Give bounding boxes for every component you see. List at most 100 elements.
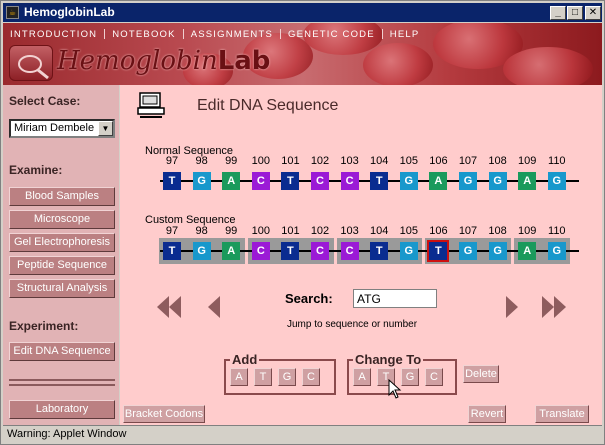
change-to-g-button[interactable]: G xyxy=(401,368,419,386)
first-arrow-icon[interactable] xyxy=(155,294,183,320)
minimize-button[interactable]: _ xyxy=(550,6,566,20)
codon-number: 102 xyxy=(310,225,330,237)
menu-divider xyxy=(104,28,106,39)
peptide-sequence-button[interactable]: Peptide Sequence xyxy=(9,256,115,275)
search-input[interactable] xyxy=(353,289,437,308)
menu-assignments[interactable]: ASSIGNMENTS xyxy=(188,27,276,43)
main-panel: Edit DNA Sequence Normal Sequence 97 98 99… xyxy=(120,85,602,425)
nucleotide-G: G xyxy=(459,172,477,190)
nucleotide-A: A xyxy=(222,172,241,190)
search-label: Search: xyxy=(285,291,333,306)
change-to-a-button[interactable]: A xyxy=(353,368,371,386)
change-to-label: Change To xyxy=(353,352,424,367)
codon-number: 105 xyxy=(399,155,418,167)
nucleotide-C: C xyxy=(251,172,270,190)
applet-icon: ☕ xyxy=(6,6,19,19)
nucleotide-T[interactable]: T xyxy=(281,242,300,260)
divider xyxy=(9,384,115,386)
nucleotide-C[interactable]: C xyxy=(251,242,270,260)
nav-menu: INTRODUCTION NOTEBOOK ASSIGNMENTS GENETIC C… xyxy=(7,26,422,42)
close-button[interactable]: ✕ xyxy=(585,6,601,20)
next-arrow-icon[interactable] xyxy=(498,294,526,320)
structural-analysis-button[interactable]: Structural Analysis xyxy=(9,279,115,298)
codon-number: 98 xyxy=(195,225,208,237)
codon-number: 100 xyxy=(251,155,270,167)
case-select[interactable]: Miriam Dembele ▼ xyxy=(9,119,115,138)
delete-button[interactable]: Delete xyxy=(463,365,499,383)
nucleotide-T[interactable]: T xyxy=(427,240,450,262)
nucleotide-T: T xyxy=(163,172,181,190)
codon-number: 105 xyxy=(399,225,418,237)
change-to-c-button[interactable]: C xyxy=(425,368,443,386)
gel-electrophoresis-button[interactable]: Gel Electrophoresis xyxy=(9,233,115,252)
blood-cell-image xyxy=(503,47,593,85)
nucleotide-G: G xyxy=(399,172,418,190)
nucleotide-C: C xyxy=(311,172,329,190)
nucleotide-G: G xyxy=(488,172,507,190)
codon-number: 101 xyxy=(281,155,300,167)
nucleotide-T: T xyxy=(281,172,300,190)
nucleotide-A[interactable]: A xyxy=(518,242,537,260)
translate-button[interactable]: Translate xyxy=(535,405,589,423)
nucleotide-A[interactable]: A xyxy=(222,242,241,260)
status-text: Warning: Applet Window xyxy=(7,428,127,440)
codon-number: 110 xyxy=(548,155,566,167)
nucleotide-C[interactable]: C xyxy=(311,242,329,260)
menu-divider xyxy=(280,28,282,39)
add-a-button[interactable]: A xyxy=(230,368,248,386)
add-t-button[interactable]: T xyxy=(254,368,272,386)
codon-number: 106 xyxy=(429,155,448,167)
codon-number: 107 xyxy=(458,225,478,237)
nucleotide-G[interactable]: G xyxy=(459,242,477,260)
add-c-button[interactable]: C xyxy=(302,368,320,386)
nucleotide-T[interactable]: T xyxy=(163,242,181,260)
app-logo-title: HemoglobinLab xyxy=(57,46,270,76)
menu-help[interactable]: HELP xyxy=(387,27,423,43)
blood-samples-button[interactable]: Blood Samples xyxy=(9,187,115,206)
title-bar: ☕ HemoglobinLab _ □ ✕ xyxy=(3,3,602,22)
nucleotide-G[interactable]: G xyxy=(399,242,418,260)
previous-arrow-icon[interactable] xyxy=(202,294,230,320)
codon-number: 104 xyxy=(370,155,389,167)
logo-icon xyxy=(9,45,53,81)
menu-divider xyxy=(381,28,383,39)
page-title: Edit DNA Sequence xyxy=(197,97,339,114)
bracket-codons-button[interactable]: Bracket Codons xyxy=(123,405,205,423)
sidebar: Select Case: Miriam Dembele ▼ Examine: B… xyxy=(3,85,119,425)
codon-number: 101 xyxy=(281,225,300,237)
codon-number: 107 xyxy=(458,155,478,167)
logo-text-lab: Lab xyxy=(217,46,271,76)
nucleotide-C[interactable]: C xyxy=(340,242,359,260)
menu-introduction[interactable]: INTRODUCTION xyxy=(7,27,100,43)
edit-dna-sequence-button[interactable]: Edit DNA Sequence xyxy=(9,342,115,361)
nucleotide-G: G xyxy=(192,172,211,190)
examine-heading: Examine: xyxy=(9,163,63,177)
nucleotide-C: C xyxy=(340,172,359,190)
logo-text-hemoglobin: Hemoglobin xyxy=(57,46,218,76)
nucleotide-T[interactable]: T xyxy=(370,242,389,260)
codon-number: 103 xyxy=(340,155,359,167)
revert-button[interactable]: Revert xyxy=(468,405,506,423)
blood-cell-image xyxy=(363,43,433,85)
window-title: HemoglobinLab xyxy=(24,5,115,19)
codon-number: 97 xyxy=(165,155,179,167)
nucleotide-G: G xyxy=(547,172,566,190)
add-label: Add xyxy=(230,352,260,367)
codon-number: 108 xyxy=(488,225,507,237)
add-g-button[interactable]: G xyxy=(278,368,296,386)
codon-number: 103 xyxy=(340,225,359,237)
last-arrow-icon[interactable] xyxy=(540,294,568,320)
maximize-button[interactable]: □ xyxy=(567,6,583,20)
menu-notebook[interactable]: NOTEBOOK xyxy=(109,27,178,43)
microscope-button[interactable]: Microscope xyxy=(9,210,115,229)
menu-genetic-code[interactable]: GENETIC CODE xyxy=(285,27,378,43)
nucleotide-G[interactable]: G xyxy=(547,242,566,260)
laboratory-button[interactable]: Laboratory xyxy=(9,400,115,419)
mouse-cursor-icon xyxy=(388,379,402,399)
nucleotide-G[interactable]: G xyxy=(192,242,211,260)
codon-number: 106 xyxy=(429,225,448,237)
divider xyxy=(9,379,115,381)
nucleotide-G[interactable]: G xyxy=(488,242,507,260)
chevron-down-icon[interactable]: ▼ xyxy=(98,121,113,136)
status-bar: Warning: Applet Window xyxy=(3,425,602,443)
